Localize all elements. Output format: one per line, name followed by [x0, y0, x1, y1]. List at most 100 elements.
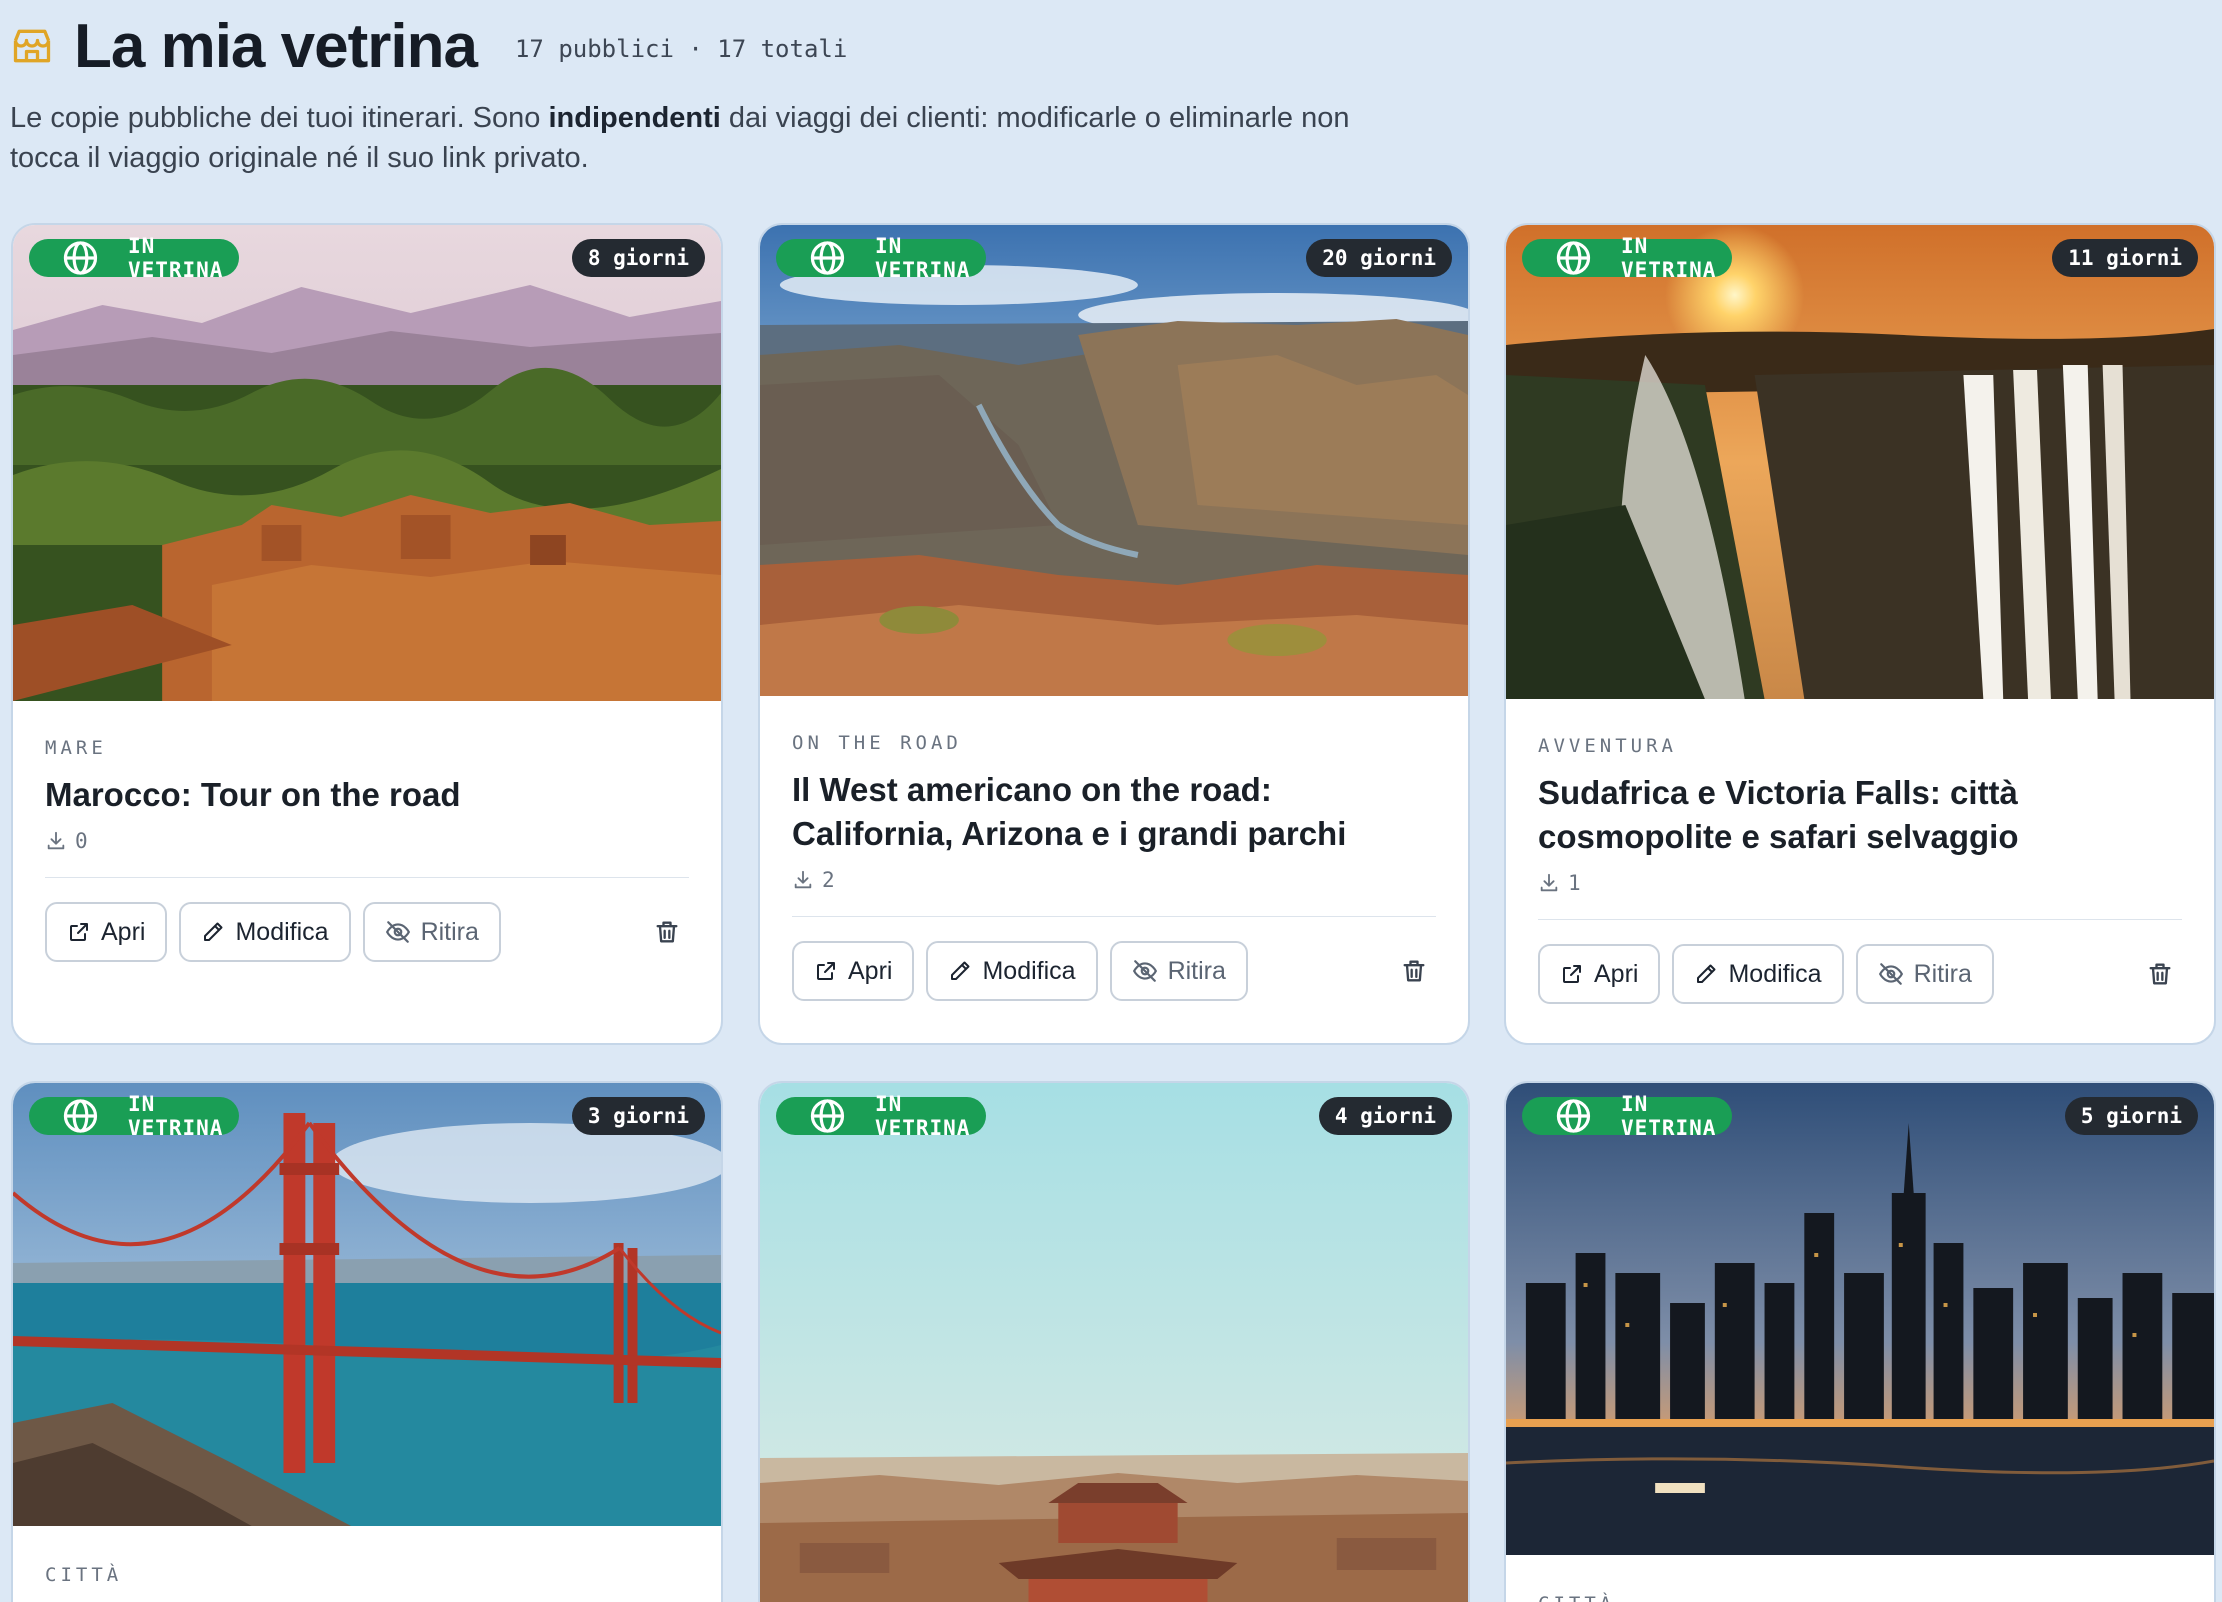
- morocco-photo: [13, 225, 721, 701]
- live-badge: IN VETRINA: [1522, 1092, 1733, 1140]
- globe-icon: [1534, 1097, 1613, 1135]
- live-badge-label: IN VETRINA: [874, 1092, 971, 1140]
- retire-button-label: Ritira: [420, 917, 479, 946]
- card-title[interactable]: Sudafrica e Victoria Falls: città cosmop…: [1538, 771, 2182, 859]
- itinerary-card[interactable]: IN VETRINA 4 giorni: [758, 1081, 1470, 1602]
- edit-button-label: Modifica: [1728, 959, 1822, 988]
- card-title[interactable]: Il West americano on the road: Californi…: [792, 768, 1436, 856]
- card-actions: Apri Modifica Ritira: [45, 902, 689, 962]
- card-image[interactable]: IN VETRINA 5 giorni: [1506, 1083, 2214, 1555]
- card-image[interactable]: IN VETRINA 3 giorni: [13, 1083, 721, 1526]
- card-image[interactable]: IN VETRINA 11 giorni: [1506, 225, 2214, 699]
- card-divider: [792, 916, 1436, 917]
- days-badge: 20 giorni: [1306, 239, 1452, 277]
- retire-button-label: Ritira: [1167, 956, 1226, 985]
- card-body: CITTÀ: [1538, 1593, 2182, 1602]
- download-icon: [1538, 872, 1560, 894]
- live-badge-label: IN VETRINA: [127, 234, 224, 282]
- open-button[interactable]: Apri: [792, 941, 915, 1001]
- pencil-icon: [948, 959, 972, 983]
- golden-gate-photo: [13, 1083, 721, 1526]
- download-count: 2: [792, 868, 1436, 892]
- external-link-icon: [1560, 962, 1584, 986]
- live-badge-label: IN VETRINA: [1620, 1092, 1717, 1140]
- open-button-label: Apri: [101, 917, 146, 946]
- subtitle-text: Le copie pubbliche dei tuoi itinerari. S…: [10, 102, 549, 134]
- days-badge: 11 giorni: [2052, 239, 2198, 277]
- delete-button[interactable]: [1392, 949, 1436, 993]
- open-button[interactable]: Apri: [1538, 944, 1661, 1004]
- retire-button-label: Ritira: [1913, 959, 1972, 988]
- title-row: La mia vetrina 17 pubblici · 17 totali: [10, 6, 1510, 86]
- eye-off-icon: [385, 919, 411, 945]
- card-category: CITTÀ: [1538, 1593, 2182, 1602]
- live-badge: IN VETRINA: [776, 1092, 987, 1140]
- edit-button[interactable]: Modifica: [1672, 944, 1844, 1004]
- download-count: 0: [45, 829, 689, 853]
- open-button-label: Apri: [1594, 959, 1639, 988]
- page-header: La mia vetrina 17 pubblici · 17 totali L…: [10, 6, 1510, 178]
- card-body: ON THE ROAD Il West americano on the roa…: [792, 732, 1436, 1001]
- grand-canyon-photo: [760, 225, 1468, 696]
- download-count-value: 2: [822, 868, 835, 892]
- retire-button[interactable]: Ritira: [1855, 944, 1994, 1004]
- itinerary-card[interactable]: IN VETRINA 11 giorni AVVENTURA Sudafrica…: [1504, 223, 2216, 1045]
- retire-button[interactable]: Ritira: [1109, 941, 1248, 1001]
- subtitle-emphasis: indipendenti: [548, 102, 721, 134]
- days-badge: 4 giorni: [1318, 1097, 1452, 1135]
- card-actions: Apri Modifica Ritira: [792, 941, 1436, 1001]
- card-category: CITTÀ: [45, 1564, 123, 1586]
- download-count: 1: [1538, 871, 2182, 895]
- card-category: AVVENTURA: [1538, 735, 1677, 757]
- edit-button-label: Modifica: [982, 956, 1076, 985]
- card-body: AVVENTURA Sudafrica e Victoria Falls: ci…: [1538, 735, 2182, 1004]
- card-image[interactable]: IN VETRINA 4 giorni: [760, 1083, 1468, 1602]
- victoria-falls-photo: [1506, 225, 2214, 699]
- live-badge: IN VETRINA: [29, 234, 240, 282]
- globe-icon: [41, 1097, 120, 1135]
- new-york-photo: [1506, 1083, 2214, 1555]
- card-body: MARE Marocco: Tour on the road 0 Apri Mo…: [45, 737, 689, 962]
- open-button-label: Apri: [848, 956, 893, 985]
- days-badge: 3 giorni: [571, 1097, 705, 1135]
- open-button[interactable]: Apri: [45, 902, 168, 962]
- edit-button[interactable]: Modifica: [926, 941, 1098, 1001]
- card-title[interactable]: Marocco: Tour on the road: [45, 773, 689, 817]
- download-count-value: 1: [1568, 871, 1581, 895]
- card-actions: Apri Modifica Ritira: [1538, 944, 2182, 1004]
- globe-icon: [41, 239, 120, 277]
- itinerary-card[interactable]: IN VETRINA 8 giorni MARE Marocco: Tour o…: [11, 223, 723, 1045]
- itinerary-card[interactable]: IN VETRINA 20 giorni ON THE ROAD Il West…: [758, 223, 1470, 1045]
- external-link-icon: [814, 959, 838, 983]
- live-badge: IN VETRINA: [29, 1092, 240, 1140]
- card-divider: [1538, 919, 2182, 920]
- trash-icon: [2146, 960, 2174, 988]
- card-image[interactable]: IN VETRINA 20 giorni: [760, 225, 1468, 696]
- days-badge: 5 giorni: [2064, 1097, 2198, 1135]
- eye-off-icon: [1878, 961, 1904, 987]
- card-body: CITTÀ: [45, 1564, 689, 1586]
- forbidden-city-photo: [760, 1083, 1468, 1602]
- days-badge: 8 giorni: [571, 239, 705, 277]
- page-subtitle: Le copie pubbliche dei tuoi itinerari. S…: [10, 98, 1370, 178]
- live-badge: IN VETRINA: [776, 234, 987, 282]
- card-image[interactable]: IN VETRINA 8 giorni: [13, 225, 721, 701]
- delete-button[interactable]: [2138, 952, 2182, 996]
- itinerary-card[interactable]: IN VETRINA 5 giorni CITTÀ: [1504, 1081, 2216, 1602]
- card-category: MARE: [45, 737, 107, 759]
- trash-icon: [653, 918, 681, 946]
- eye-off-icon: [1132, 958, 1158, 984]
- live-badge: IN VETRINA: [1522, 234, 1733, 282]
- storefront-icon: [13, 29, 51, 63]
- live-badge-label: IN VETRINA: [127, 1092, 224, 1140]
- delete-button[interactable]: [645, 910, 689, 954]
- globe-icon: [788, 1097, 867, 1135]
- external-link-icon: [67, 920, 91, 944]
- download-count-value: 0: [75, 829, 88, 853]
- itinerary-card[interactable]: IN VETRINA 3 giorni CITTÀ: [11, 1081, 723, 1602]
- globe-icon: [788, 239, 867, 277]
- retire-button[interactable]: Ritira: [362, 902, 501, 962]
- edit-button[interactable]: Modifica: [179, 902, 351, 962]
- edit-button-label: Modifica: [235, 917, 329, 946]
- download-icon: [792, 869, 814, 891]
